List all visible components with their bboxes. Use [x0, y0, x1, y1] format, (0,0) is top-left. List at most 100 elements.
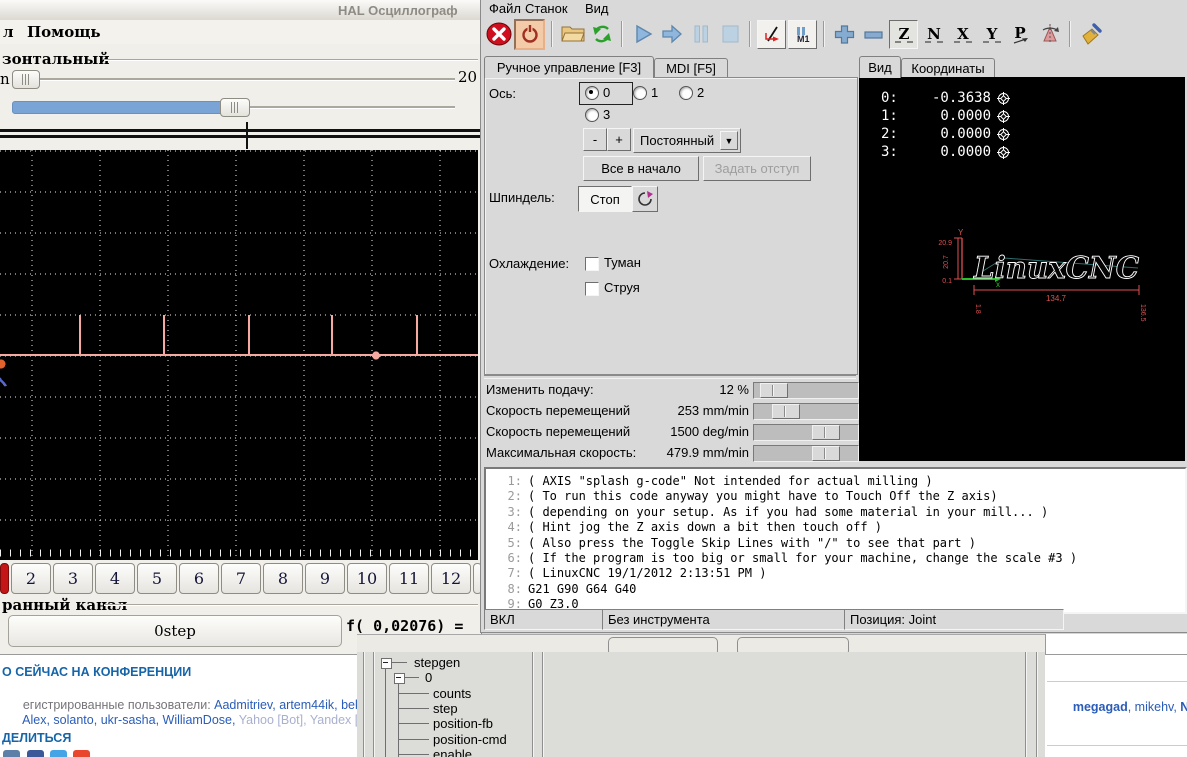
tab-preview[interactable]: Вид — [859, 56, 901, 78]
halscope-titlebar[interactable]: HAL Осциллограф — [0, 0, 481, 21]
facebook-share-icon[interactable] — [27, 750, 44, 757]
axis-radio-3[interactable] — [585, 108, 599, 122]
jog-speed-slider[interactable] — [753, 403, 859, 420]
user-link[interactable]: WilliamDose, — [163, 713, 239, 727]
pos-slider-track[interactable] — [250, 106, 455, 108]
channel-button-12[interactable]: 12 — [431, 563, 471, 594]
spindle-direction-button[interactable] — [632, 186, 658, 212]
step-button[interactable] — [658, 21, 685, 48]
user-link[interactable]: Night — [1180, 700, 1187, 714]
flood-checkbox[interactable] — [585, 282, 599, 296]
tree-pin-position-fb[interactable]: position-fb — [433, 716, 493, 731]
jog-speed-thumb[interactable] — [772, 404, 800, 419]
axis-radio-0[interactable] — [585, 86, 599, 100]
user-link[interactable]: solanto, — [53, 713, 100, 727]
user-link[interactable]: Alex, — [22, 713, 53, 727]
channel-button-1-partial[interactable] — [0, 563, 9, 594]
pos-slider-fill[interactable] — [12, 101, 224, 114]
axis-radio-1[interactable] — [633, 86, 647, 100]
jog-speed-dropdown[interactable]: Постоянный ▼ — [633, 128, 741, 153]
scrollbar-groove[interactable] — [363, 652, 364, 757]
pane-divider[interactable] — [542, 652, 543, 757]
gcode-line[interactable]: 6:( If the program is too big or small f… — [486, 551, 1185, 566]
gcode-line[interactable]: 2:( To run this code anyway you might ha… — [486, 489, 1185, 504]
gcode-line[interactable]: 8:G21 G90 G64 G40 — [486, 582, 1185, 597]
channel-button-11[interactable]: 11 — [389, 563, 429, 594]
record-position-marker[interactable] — [246, 122, 248, 149]
skip-lines-button[interactable] — [757, 20, 786, 49]
vk-share-icon[interactable] — [3, 750, 20, 757]
pane-divider[interactable] — [532, 652, 533, 757]
channel-button-4[interactable]: 4 — [95, 563, 135, 594]
pane-divider[interactable] — [1025, 652, 1026, 757]
yandex-share-icon[interactable] — [73, 750, 90, 757]
touch-off-button[interactable]: Задать отступ — [703, 156, 811, 181]
open-file-button[interactable] — [559, 21, 586, 48]
reload-button[interactable] — [588, 21, 615, 48]
pane-divider[interactable] — [1036, 652, 1037, 757]
channel-button-3[interactable]: 3 — [53, 563, 93, 594]
bot-link[interactable]: Yahoo [Bot], — [239, 713, 310, 727]
channel-button-9[interactable]: 9 — [305, 563, 345, 594]
channel-button-7[interactable]: 7 — [221, 563, 261, 594]
feed-override-thumb[interactable] — [760, 383, 788, 398]
channel-button-2[interactable]: 2 — [11, 563, 51, 594]
angular-speed-thumb[interactable] — [812, 425, 840, 440]
pos-slider-thumb[interactable] — [220, 98, 250, 117]
tree-node-stepgen[interactable]: stepgen — [414, 655, 460, 670]
tree-expander[interactable] — [381, 658, 392, 669]
user-link[interactable]: ukr-sasha, — [101, 713, 163, 727]
angular-speed-slider[interactable] — [753, 424, 859, 441]
tree-pin-position-cmd[interactable]: position-cmd — [433, 732, 507, 747]
clear-plot-button[interactable] — [1077, 21, 1104, 48]
zoom-in-button[interactable] — [831, 21, 858, 48]
view-x-button[interactable]: X — [949, 21, 976, 48]
tab-dro[interactable]: Координаты — [901, 58, 995, 78]
gcode-line[interactable]: 1:( AXIS "splash g-code" Not intended fo… — [486, 474, 1185, 489]
estop-button[interactable] — [485, 21, 512, 48]
zoom-out-button[interactable] — [860, 21, 887, 48]
user-link[interactable]: , mikehv, — [1128, 700, 1181, 714]
tree-pin-step[interactable]: step — [433, 701, 458, 716]
spindle-stop-button[interactable]: Стоп — [578, 186, 632, 212]
jog-minus-button[interactable]: - — [583, 128, 607, 151]
zoom-slider-track[interactable] — [38, 78, 455, 80]
max-speed-slider[interactable] — [753, 445, 859, 462]
stop-button[interactable] — [716, 21, 743, 48]
selected-channel-button[interactable]: 0step — [8, 615, 342, 647]
jog-plus-button[interactable]: + — [607, 128, 631, 151]
channel-button-5[interactable]: 5 — [137, 563, 177, 594]
twitter-share-icon[interactable] — [50, 750, 67, 757]
gcode-listing[interactable]: 1:( AXIS "splash g-code" Not intended fo… — [484, 467, 1187, 614]
preview-canvas[interactable]: 0:-0.3638 1:0.0000 2:0.0000 3:0.0000 Y — [859, 77, 1185, 461]
tree-pin-enable[interactable]: enable — [433, 747, 472, 757]
axis-radio-2[interactable] — [679, 86, 693, 100]
channel-button-8[interactable]: 8 — [263, 563, 303, 594]
scope-display[interactable] — [0, 150, 478, 560]
view-z-button[interactable]: Z — [889, 20, 918, 49]
gcode-line[interactable]: 7:( LinuxCNC 19/1/2012 2:13:51 PM ) — [486, 566, 1185, 581]
channel-button-10[interactable]: 10 — [347, 563, 387, 594]
gcode-line[interactable]: 3:( depending on your setup. As if you h… — [486, 505, 1185, 520]
channel-button-6[interactable]: 6 — [179, 563, 219, 594]
machine-power-button[interactable] — [514, 19, 545, 50]
gcode-line[interactable]: 4:( Hint jog the Z axis down a bit then … — [486, 520, 1185, 535]
view-perspective-button[interactable]: P — [1007, 21, 1034, 48]
tree-pin-counts[interactable]: counts — [433, 686, 471, 701]
view-y-button[interactable]: Y — [978, 21, 1005, 48]
menu-view[interactable]: Вид — [581, 1, 613, 16]
tab-manual-control[interactable]: Ручное управление [F3] — [484, 56, 654, 78]
mist-checkbox[interactable] — [585, 257, 599, 271]
scrollbar-groove[interactable] — [373, 652, 374, 757]
user-link[interactable]: megagad — [1073, 700, 1128, 714]
max-speed-thumb[interactable] — [812, 446, 840, 461]
tab-mdi[interactable]: MDI [F5] — [654, 58, 728, 78]
run-button[interactable] — [629, 21, 656, 48]
tree-expander[interactable] — [394, 673, 405, 684]
menu-machine[interactable]: Станок — [521, 1, 572, 16]
pause-button[interactable] — [687, 21, 714, 48]
rotate-view-button[interactable] — [1036, 21, 1063, 48]
tree-node-instance[interactable]: 0 — [425, 670, 432, 685]
menu-help[interactable]: Помощь — [27, 23, 101, 41]
view-z-rotated-button[interactable]: N — [920, 21, 947, 48]
